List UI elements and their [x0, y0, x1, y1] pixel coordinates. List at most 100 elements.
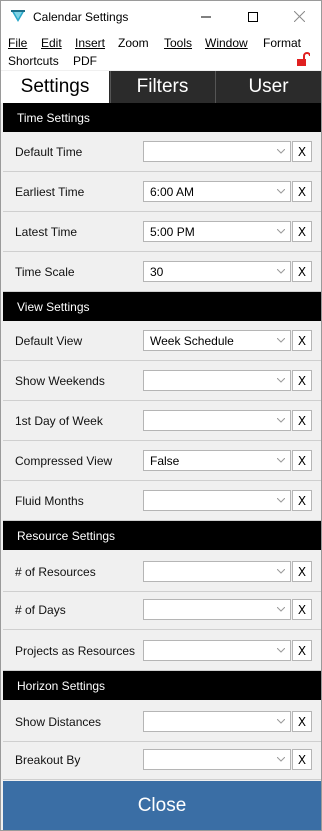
chevron-down-icon [277, 648, 285, 653]
setting-row-compressed-view: Compressed View False X [3, 441, 321, 481]
setting-label: 1st Day of Week [15, 414, 103, 428]
setting-label: Latest Time [15, 225, 78, 239]
number-of-resources-dropdown[interactable] [143, 561, 291, 582]
setting-label: Default Time [15, 145, 83, 159]
dropdown-value: 30 [150, 265, 164, 279]
clear-time-scale-button[interactable]: X [292, 261, 312, 282]
setting-row-number-of-days: # of Days X [3, 590, 321, 630]
clear-earliest-time-button[interactable]: X [292, 181, 312, 202]
minimize-icon [201, 16, 211, 17]
clear-latest-time-button[interactable]: X [292, 221, 312, 242]
setting-row-default-view: Default View Week Schedule X [3, 321, 321, 361]
chevron-down-icon [277, 269, 285, 274]
clear-first-day-of-week-button[interactable]: X [292, 410, 312, 431]
chevron-down-icon [277, 757, 285, 762]
menu-insert[interactable]: Insert [75, 36, 105, 50]
close-icon [293, 11, 305, 22]
menu-file[interactable]: File [8, 36, 27, 50]
title-bar: Calendar Settings [1, 1, 321, 32]
latest-time-dropdown[interactable]: 5:00 PM [143, 221, 291, 242]
resource-settings-header: Resource Settings [3, 521, 321, 550]
clear-show-weekends-button[interactable]: X [292, 370, 312, 391]
fluid-months-dropdown[interactable] [143, 490, 291, 511]
window-title: Calendar Settings [33, 10, 129, 24]
show-weekends-dropdown[interactable] [143, 370, 291, 391]
number-of-days-dropdown[interactable] [143, 599, 291, 620]
menu-zoom[interactable]: Zoom [118, 36, 149, 50]
setting-row-breakout-by: Breakout By X [3, 740, 321, 780]
menu-shortcuts[interactable]: Shortcuts [8, 54, 59, 68]
chevron-down-icon [277, 719, 285, 724]
time-settings-header: Time Settings [3, 103, 321, 132]
time-scale-dropdown[interactable]: 30 [143, 261, 291, 282]
clear-projects-as-resources-button[interactable]: X [292, 640, 312, 661]
setting-label: # of Days [15, 603, 66, 617]
setting-label: Default View [15, 334, 83, 348]
tab-settings[interactable]: Settings [1, 71, 109, 103]
calendar-app-icon [10, 9, 26, 23]
chevron-down-icon [277, 149, 285, 154]
setting-label: Show Distances [15, 715, 102, 729]
setting-label: Breakout By [15, 753, 81, 767]
show-distances-dropdown[interactable] [143, 711, 291, 732]
chevron-down-icon [277, 607, 285, 612]
window-close-button[interactable] [276, 1, 322, 32]
maximize-button[interactable] [230, 1, 276, 32]
setting-row-projects-as-resources: Projects as Resources X [3, 631, 321, 671]
setting-row-latest-time: Latest Time 5:00 PM X [3, 212, 321, 252]
tab-bar: Settings Filters User [1, 71, 321, 103]
close-button[interactable]: Close [3, 781, 321, 830]
setting-label: # of Resources [15, 565, 96, 579]
menu-edit[interactable]: Edit [41, 36, 62, 50]
clear-default-time-button[interactable]: X [292, 141, 312, 162]
earliest-time-dropdown[interactable]: 6:00 AM [143, 181, 291, 202]
setting-label: Show Weekends [15, 374, 105, 388]
clear-breakout-by-button[interactable]: X [292, 749, 312, 770]
chevron-down-icon [277, 378, 285, 383]
setting-label: Fluid Months [15, 494, 84, 508]
setting-label: Time Scale [15, 265, 75, 279]
first-day-of-week-dropdown[interactable] [143, 410, 291, 431]
default-time-dropdown[interactable] [143, 141, 291, 162]
chevron-down-icon [277, 418, 285, 423]
setting-row-fluid-months: Fluid Months X [3, 481, 321, 521]
clear-number-of-days-button[interactable]: X [292, 599, 312, 620]
clear-default-view-button[interactable]: X [292, 330, 312, 351]
dropdown-value: False [150, 454, 180, 468]
chevron-down-icon [277, 338, 285, 343]
menu-window[interactable]: Window [205, 36, 248, 50]
menu-tools[interactable]: Tools [164, 36, 192, 50]
tab-user[interactable]: User [215, 71, 321, 103]
clear-fluid-months-button[interactable]: X [292, 490, 312, 511]
clear-show-distances-button[interactable]: X [292, 711, 312, 732]
clear-compressed-view-button[interactable]: X [292, 450, 312, 471]
setting-row-show-weekends: Show Weekends X [3, 361, 321, 401]
dropdown-value: 5:00 PM [150, 225, 195, 239]
chevron-down-icon [277, 458, 285, 463]
setting-row-number-of-resources: # of Resources X [3, 552, 321, 592]
setting-row-show-distances: Show Distances X [3, 702, 321, 742]
chevron-down-icon [277, 569, 285, 574]
setting-row-first-day-of-week: 1st Day of Week X [3, 401, 321, 441]
chevron-down-icon [277, 189, 285, 194]
calendar-settings-window: Calendar Settings File Edit Insert Zoom … [0, 0, 322, 831]
default-view-dropdown[interactable]: Week Schedule [143, 330, 291, 351]
chevron-down-icon [277, 229, 285, 234]
dropdown-value: Week Schedule [150, 334, 234, 348]
minimize-button[interactable] [183, 1, 229, 32]
unlocked-padlock-icon[interactable] [296, 52, 311, 71]
dropdown-value: 6:00 AM [150, 185, 195, 199]
maximize-icon [248, 11, 258, 22]
menu-pdf[interactable]: PDF [73, 54, 97, 68]
setting-row-default-time: Default Time X [3, 132, 321, 172]
breakout-by-dropdown[interactable] [143, 749, 291, 770]
compressed-view-dropdown[interactable]: False [143, 450, 291, 471]
horizon-settings-header: Horizon Settings [3, 671, 321, 700]
menu-bar: File Edit Insert Zoom Tools Window Forma… [1, 32, 321, 70]
menu-format[interactable]: Format [263, 36, 301, 50]
clear-number-of-resources-button[interactable]: X [292, 561, 312, 582]
tab-filters[interactable]: Filters [110, 71, 214, 103]
setting-label: Projects as Resources [15, 644, 136, 658]
setting-label: Earliest Time [15, 185, 85, 199]
projects-as-resources-dropdown[interactable] [143, 640, 291, 661]
